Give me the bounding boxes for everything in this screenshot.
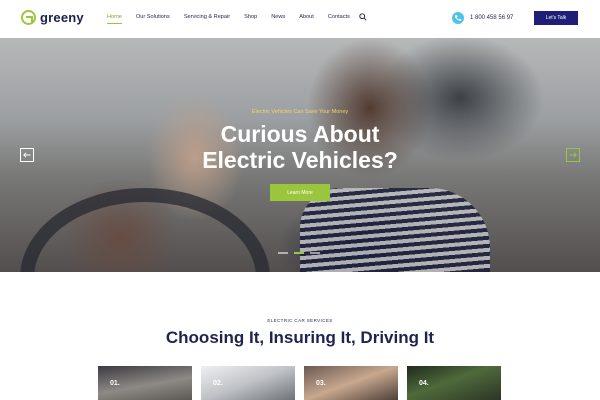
nav-news[interactable]: News [271,14,285,20]
slider-prev-button[interactable] [20,148,34,162]
card-number: 03. [316,380,326,387]
service-card-3[interactable]: 03. [304,366,398,400]
hero-title-line-1: Curious About [220,121,380,147]
main-menu: Home Our Solutions Servicing & Repair Sh… [107,14,364,24]
brand-logo[interactable]: greeny [21,10,84,25]
card-number: 04. [419,380,429,387]
learn-more-button[interactable]: Learn More [270,184,330,201]
search-icon[interactable] [359,13,367,21]
nav-shop[interactable]: Shop [244,14,257,20]
nav-contacts[interactable]: Contacts [328,14,350,20]
nav-servicing-repair[interactable]: Servicing & Repair [184,14,230,20]
top-navigation-bar: greeny Home Our Solutions Servicing & Re… [0,0,600,38]
section-title: Choosing It, Insuring It, Driving It [165,328,435,347]
leaf-logo-icon [21,10,36,25]
card-number: 02. [213,380,223,387]
slider-dot-3[interactable] [310,252,320,254]
hero-slider: Electric Vehicles Can Save Your Money Cu… [0,38,600,272]
slider-pagination [278,252,320,254]
nav-home[interactable]: Home [107,14,122,24]
service-card-2[interactable]: 02. [201,366,295,400]
service-card-1[interactable]: 01. [98,366,192,400]
arrow-right-icon [569,152,577,158]
hero-title: Curious About Electric Vehicles? [0,121,600,173]
lets-talk-button[interactable]: Let's Talk [534,11,578,25]
service-card-4[interactable]: 04. [407,366,501,400]
slider-dot-2[interactable] [294,252,304,254]
hero-title-line-2: Electric Vehicles? [202,147,398,173]
card-number: 01. [110,380,120,387]
nav-about[interactable]: About [299,14,314,20]
brand-name: greeny [40,10,84,25]
phone-icon [452,12,464,24]
arrow-left-icon [23,152,31,158]
hero-subtitle: Electric Vehicles Can Save Your Money [251,109,349,115]
phone-number[interactable]: 1 800 458 56 97 [470,15,513,21]
nav-our-solutions[interactable]: Our Solutions [136,14,170,20]
section-eyebrow: ELECTRIC CAR SERVICES [267,318,333,323]
slider-dot-1[interactable] [278,252,288,254]
slider-next-button[interactable] [566,148,580,162]
